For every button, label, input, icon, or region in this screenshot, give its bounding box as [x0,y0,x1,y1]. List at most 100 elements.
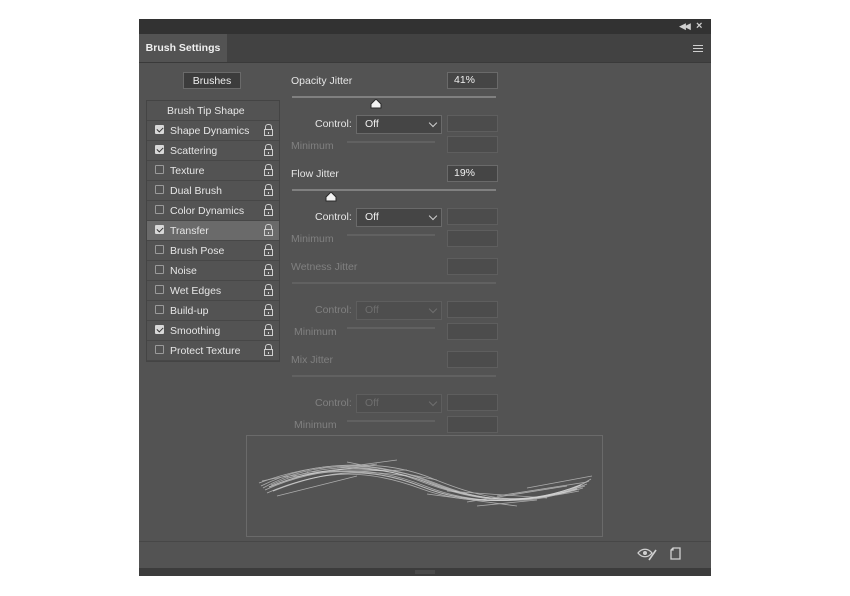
wetness-control-field[interactable] [447,301,498,318]
sidebar-item-protect-texture[interactable]: Protect Texture [147,341,279,361]
double-chevron-left-icon[interactable]: ◀◀ [679,21,691,32]
tab-row: Brush Settings [139,34,711,63]
sidebar-item-texture[interactable]: Texture [147,161,279,181]
opacity-control-label: Control: [315,118,352,130]
hamburger-menu-icon[interactable] [693,45,703,52]
sidebar-item-brush-tip-shape[interactable]: Brush Tip Shape [147,101,279,121]
checkbox[interactable] [155,305,164,314]
lock-icon[interactable] [264,284,273,297]
mix-control-label: Control: [315,397,352,409]
flow-minimum-field[interactable] [447,230,498,247]
wetness-control-label: Control: [315,304,352,316]
sidebar-item-scattering[interactable]: Scattering [147,141,279,161]
sidebar-item-smoothing[interactable]: Smoothing [147,321,279,341]
panel-resize-bar[interactable] [139,568,711,576]
checkbox[interactable] [155,125,164,134]
sidebar-item-label: Brush Tip Shape [167,105,245,117]
mix-jitter-value[interactable] [447,351,498,368]
sidebar-item-label: Color Dynamics [170,205,245,217]
mix-minimum-field[interactable] [447,416,498,433]
flow-jitter-label: Flow Jitter [291,168,339,180]
sidebar-item-build-up[interactable]: Build-up [147,301,279,321]
chevron-down-icon [428,118,438,128]
sidebar-item-noise[interactable]: Noise [147,261,279,281]
checkbox[interactable] [155,145,164,154]
opacity-control-field[interactable] [447,115,498,132]
mix-minimum-slider-track[interactable] [347,420,435,422]
lock-icon[interactable] [264,124,273,137]
mix-control-field[interactable] [447,394,498,411]
sidebar-item-dual-brush[interactable]: Dual Brush [147,181,279,201]
mix-jitter-slider-track[interactable] [292,375,496,377]
sidebar-item-wet-edges[interactable]: Wet Edges [147,281,279,301]
opacity-minimum-label: Minimum [291,140,334,152]
opacity-jitter-value[interactable]: 41% [447,72,498,89]
select-value: Off [365,211,379,223]
eye-brush-icon[interactable] [637,547,657,564]
sidebar-item-transfer[interactable]: Transfer [147,221,279,241]
checkbox[interactable] [155,345,164,354]
opacity-minimum-field[interactable] [447,136,498,153]
brush-stroke-preview-image [258,459,593,507]
flow-minimum-slider-track[interactable] [347,234,435,236]
checkbox[interactable] [155,205,164,214]
lock-icon[interactable] [264,244,273,257]
sidebar-item-label: Scattering [170,145,218,157]
lock-icon[interactable] [264,344,273,357]
lock-icon[interactable] [264,184,273,197]
wetness-minimum-slider-track[interactable] [347,327,435,329]
checkbox[interactable] [155,185,164,194]
sidebar-item-label: Texture [170,165,205,177]
flow-control-select[interactable]: Off [356,208,442,227]
lock-icon[interactable] [264,324,273,337]
flow-control-field[interactable] [447,208,498,225]
close-icon[interactable]: × [696,20,702,32]
sidebar-item-label: Protect Texture [170,345,241,357]
sidebar-item-shape-dynamics[interactable]: Shape Dynamics [147,121,279,141]
lock-icon[interactable] [264,224,273,237]
tab-brush-settings[interactable]: Brush Settings [139,34,227,62]
flow-jitter-slider-track[interactable] [292,189,496,191]
select-value: Off [365,118,379,130]
brush-options-list: Brush Tip Shape Shape Dynamics Scatterin… [146,100,280,362]
select-value: Off [365,304,379,316]
resize-grip[interactable] [415,570,435,574]
wetness-jitter-value[interactable] [447,258,498,275]
checkbox[interactable] [155,245,164,254]
opacity-control-select[interactable]: Off [356,115,442,134]
wetness-jitter-label: Wetness Jitter [291,261,358,273]
lock-icon[interactable] [264,164,273,177]
opacity-minimum-slider-track[interactable] [347,141,435,143]
sidebar-item-label: Noise [170,265,197,277]
panel-title-bar: ◀◀ × [139,19,711,34]
select-value: Off [365,397,379,409]
new-preset-icon[interactable] [670,547,682,563]
opacity-jitter-label: Opacity Jitter [291,75,353,87]
wetness-jitter-slider-track[interactable] [292,282,496,284]
sidebar-item-label: Wet Edges [170,285,222,297]
mix-control-select[interactable]: Off [356,394,442,413]
checkbox[interactable] [155,325,164,334]
flow-minimum-label: Minimum [291,233,334,245]
mix-minimum-label: Minimum [294,419,337,431]
wetness-minimum-label: Minimum [294,326,337,338]
checkbox[interactable] [155,165,164,174]
brushes-button[interactable]: Brushes [183,72,241,89]
opacity-jitter-slider-track[interactable] [292,96,496,98]
sidebar-item-brush-pose[interactable]: Brush Pose [147,241,279,261]
lock-icon[interactable] [264,304,273,317]
wetness-minimum-field[interactable] [447,323,498,340]
sidebar-item-color-dynamics[interactable]: Color Dynamics [147,201,279,221]
mix-jitter-label: Mix Jitter [291,354,333,366]
footer-divider [139,541,711,542]
wetness-control-select[interactable]: Off [356,301,442,320]
checkbox[interactable] [155,265,164,274]
lock-icon[interactable] [264,204,273,217]
checkbox[interactable] [155,225,164,234]
checkbox[interactable] [155,285,164,294]
flow-jitter-value[interactable]: 19% [447,165,498,182]
lock-icon[interactable] [264,264,273,277]
lock-icon[interactable] [264,144,273,157]
sidebar-item-label: Shape Dynamics [170,125,250,137]
sidebar-item-label: Brush Pose [170,245,225,257]
